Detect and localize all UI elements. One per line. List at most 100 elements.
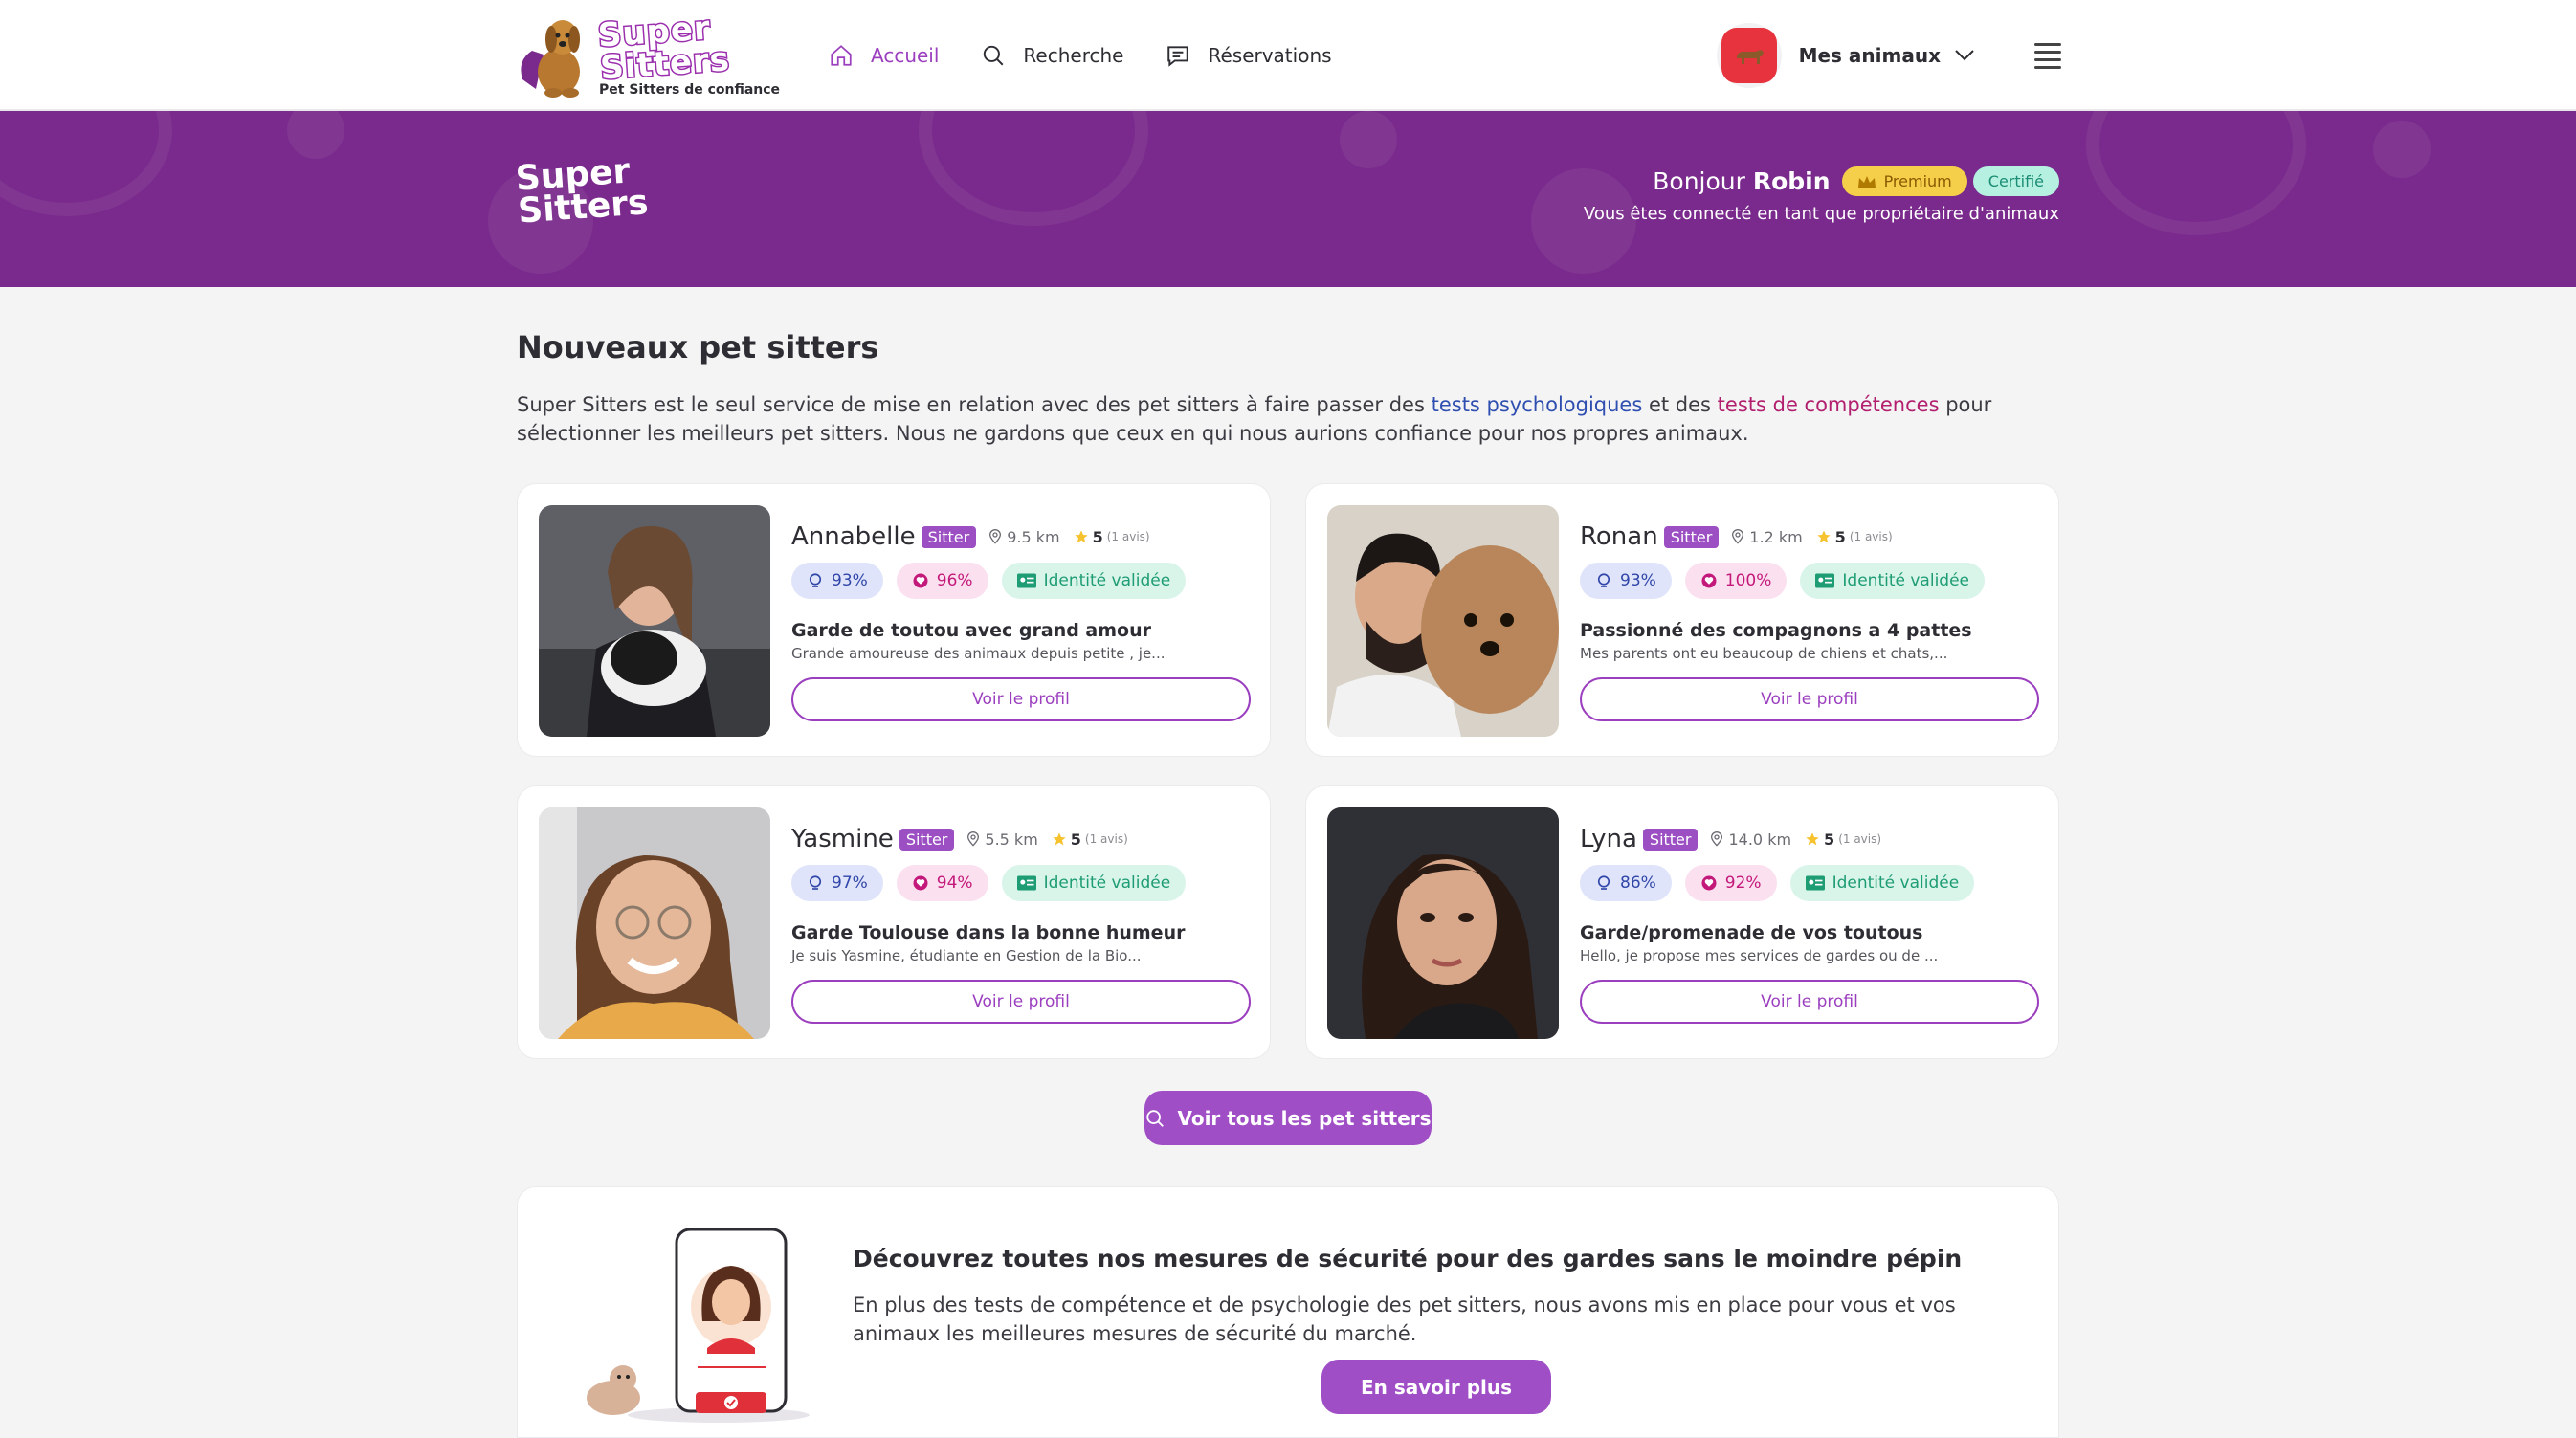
sitter-tag: Sitter (899, 828, 955, 851)
welcome-banner: Super Sitters Bonjour Robin Premium Cert… (0, 111, 2576, 287)
my-pets-label[interactable]: Mes animaux (1799, 44, 1941, 67)
psychology-score-badge: 97% (791, 865, 883, 901)
sitter-headline: Garde Toulouse dans la bonne humeur (791, 922, 1186, 943)
star-icon (1053, 832, 1066, 846)
nav-recherche-label: Recherche (1023, 44, 1124, 67)
distance: 1.2 km (1730, 528, 1803, 546)
identity-verified-badge: Identité validée (1001, 563, 1187, 599)
security-title: Découvrez toutes nos mesures de sécurité… (853, 1245, 1963, 1272)
skills-score-badge: 94% (896, 865, 988, 901)
sitter-photo[interactable] (1327, 505, 1559, 737)
distance: 5.5 km (966, 830, 1038, 849)
crown-icon (1857, 175, 1876, 188)
id-card-icon (1016, 573, 1036, 588)
sitter-card[interactable]: Yasmine Sitter 5.5 km 5 (1 avis) 97% 94%… (517, 785, 1271, 1059)
sitter-description: Hello, je propose mes services de gardes… (1580, 947, 1939, 964)
nav-reservations[interactable]: Réservations (1144, 27, 1352, 84)
sitter-photo[interactable] (539, 807, 770, 1039)
user-name: Robin (1752, 167, 1831, 195)
hamburger-menu-icon[interactable] (2034, 38, 2061, 74)
sitter-name[interactable]: Annabelle (791, 522, 916, 551)
sitter-photo[interactable] (1327, 807, 1559, 1039)
psychology-score-badge: 93% (791, 563, 883, 599)
sitter-description: Je suis Yasmine, étudiante en Gestion de… (791, 947, 1142, 964)
location-pin-icon (1732, 529, 1744, 544)
skills-tests-link[interactable]: tests de compétences (1718, 393, 1940, 416)
brain-icon (1597, 875, 1610, 890)
skills-score-badge: 92% (1684, 865, 1777, 901)
view-profile-button[interactable]: Voir le profil (1580, 677, 2039, 721)
sitter-card[interactable]: Ronan Sitter 1.2 km 5 (1 avis) 93% 100% … (1305, 483, 2059, 757)
rating: 5 (1 avis) (1074, 528, 1150, 546)
rating: 5 (1 avis) (1052, 830, 1128, 849)
sitter-tag: Sitter (921, 525, 977, 548)
pet-avatar[interactable] (1716, 23, 1782, 88)
sitter-headline: Garde de toutou avec grand amour (791, 620, 1152, 641)
heart-badge-icon (1701, 875, 1717, 891)
premium-badge: Premium (1841, 166, 1967, 196)
search-icon (1146, 1109, 1165, 1127)
nav-recherche[interactable]: Recherche (960, 27, 1144, 84)
banner-logo: Super Sitters (514, 151, 650, 232)
search-icon (984, 45, 1004, 66)
sitter-card[interactable]: Annabelle Sitter 9.5 km 5 (1 avis) 93% 9… (517, 483, 1271, 757)
psychological-tests-link[interactable]: tests psychologiques (1432, 393, 1643, 416)
star-icon (1806, 832, 1819, 846)
identity-verified-badge: Identité validée (1789, 865, 1975, 901)
learn-more-button[interactable]: En savoir plus (1321, 1360, 1551, 1414)
chevron-down-icon[interactable] (1954, 49, 1975, 62)
chat-icon (1167, 46, 1189, 67)
star-icon (1074, 530, 1088, 543)
heart-badge-icon (913, 875, 928, 891)
view-profile-button[interactable]: Voir le profil (791, 980, 1251, 1024)
distance: 14.0 km (1709, 830, 1791, 849)
section-intro: Super Sitters est le seul service de mis… (517, 393, 1992, 445)
dog-icon (1736, 50, 1764, 64)
skills-score-badge: 96% (896, 563, 988, 599)
brain-icon (809, 875, 822, 890)
top-navbar: Super Sitters Pet Sitters de confiance A… (0, 0, 2576, 111)
rating: 5 (1 avis) (1805, 830, 1881, 849)
rating: 5 (1 avis) (1816, 528, 1893, 546)
home-icon (831, 45, 852, 66)
distance: 9.5 km (988, 528, 1060, 546)
location-pin-icon (989, 529, 1002, 544)
sitter-name[interactable]: Yasmine (791, 825, 894, 853)
sitter-headline: Passionné des compagnons a 4 pattes (1580, 620, 1972, 641)
brain-icon (809, 573, 822, 587)
identity-verified-badge: Identité validée (1800, 563, 1985, 599)
view-profile-button[interactable]: Voir le profil (791, 677, 1251, 721)
skills-score-badge: 100% (1684, 563, 1788, 599)
security-text: En plus des tests de compétence et de ps… (853, 1294, 1956, 1345)
location-pin-icon (1711, 831, 1723, 847)
brain-icon (1597, 573, 1610, 587)
sitter-tag: Sitter (1663, 525, 1720, 548)
sitter-name[interactable]: Lyna (1580, 825, 1637, 853)
nav-accueil-label: Accueil (871, 44, 940, 67)
location-pin-icon (967, 831, 980, 847)
psychology-score-badge: 86% (1580, 865, 1672, 901)
sitter-description: Mes parents ont eu beaucoup de chiens et… (1580, 645, 1948, 662)
sitter-photo[interactable] (539, 505, 770, 737)
heart-badge-icon (913, 573, 928, 588)
logo-wordmark: Super Sitters (595, 8, 733, 89)
identity-verified-badge: Identité validée (1001, 865, 1187, 901)
sitter-headline: Garde/promenade de vos toutous (1580, 922, 1923, 943)
star-icon (1817, 530, 1831, 543)
section-title: Nouveaux pet sitters (517, 329, 879, 365)
id-card-icon (1805, 875, 1825, 891)
nav-accueil[interactable]: Accueil (808, 27, 960, 84)
id-card-icon (1815, 573, 1835, 588)
sitter-tag: Sitter (1642, 828, 1699, 851)
psychology-score-badge: 93% (1580, 563, 1672, 599)
super-sitters-logo[interactable]: Super Sitters Pet Sitters de confiance (515, 8, 780, 101)
id-card-icon (1016, 875, 1036, 891)
greeting-text: Bonjour Robin (1653, 167, 1831, 195)
sitter-card[interactable]: Lyna Sitter 14.0 km 5 (1 avis) 86% 92% I… (1305, 785, 2059, 1059)
phone-illustration (575, 1226, 824, 1438)
view-profile-button[interactable]: Voir le profil (1580, 980, 2039, 1024)
role-subtitle: Vous êtes connecté en tant que propriéta… (1583, 204, 2059, 224)
sitter-name[interactable]: Ronan (1580, 522, 1658, 551)
see-all-sitters-button[interactable]: Voir tous les pet sitters (1144, 1091, 1432, 1145)
security-section: Découvrez toutes nos mesures de sécurité… (517, 1186, 2059, 1438)
